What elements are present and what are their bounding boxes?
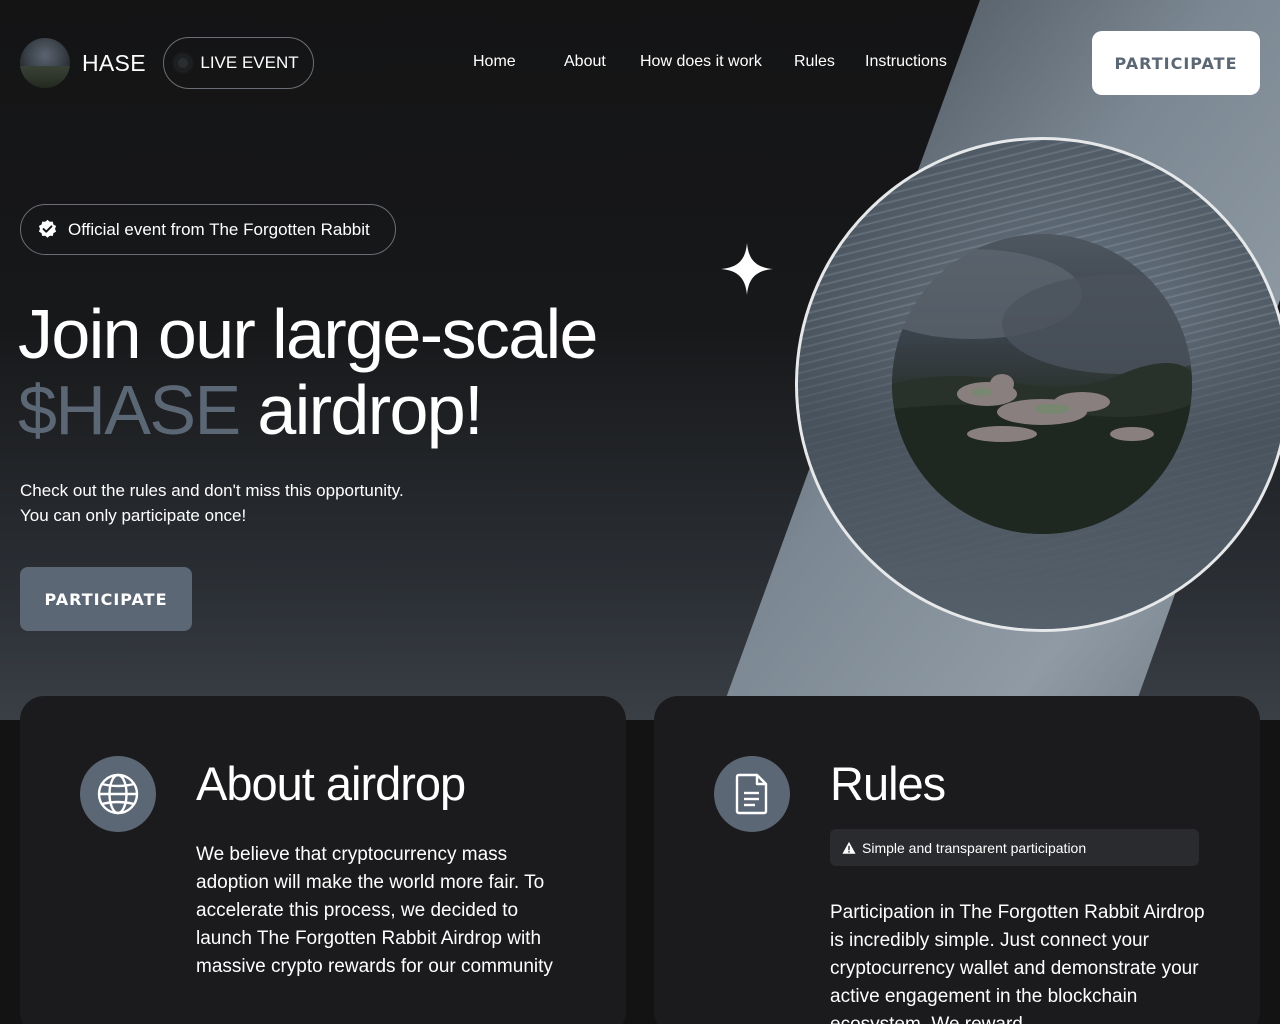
rules-note: Simple and transparent participation <box>830 829 1199 866</box>
rules-body: Participation in The Forgotten Rabbit Ai… <box>830 902 1205 1024</box>
live-event-badge: LIVE EVENT <box>163 37 314 89</box>
headline-line-1: Join our large-scale <box>18 295 598 373</box>
hero-image-rabbit <box>892 234 1192 534</box>
hero-subtext-line-1: Check out the rules and don't miss this … <box>20 481 404 500</box>
verified-check-icon <box>38 219 57 238</box>
headline-token: $HASE <box>18 371 241 449</box>
hero-subtext-line-2: You can only participate once! <box>20 506 247 525</box>
live-indicator-icon <box>178 58 189 68</box>
nav-how-it-works[interactable]: How does it work <box>640 53 762 71</box>
participate-button-hero[interactable]: PARTICIPATE <box>20 567 192 631</box>
live-event-label: LIVE EVENT <box>200 53 299 72</box>
sparkle-icon <box>721 243 773 295</box>
about-title: About airdrop <box>196 757 466 810</box>
hero-subtext: Check out the rules and don't miss this … <box>20 478 404 528</box>
rules-note-text: Simple and transparent participation <box>862 839 1087 856</box>
hero-headline: Join our large-scale $HASE airdrop! <box>18 295 598 449</box>
headline-line-2: airdrop! <box>257 371 483 449</box>
about-card: About airdrop We believe that cryptocurr… <box>20 696 626 1024</box>
nav-instructions[interactable]: Instructions <box>865 53 947 71</box>
globe-icon <box>80 756 156 832</box>
document-icon <box>714 756 790 832</box>
official-event-text: Official event from The Forgotten Rabbit <box>68 219 370 239</box>
warning-icon <box>842 841 856 854</box>
participate-button-header[interactable]: PARTICIPATE <box>1092 31 1260 95</box>
official-event-badge: Official event from The Forgotten Rabbit <box>20 204 396 255</box>
rules-title: Rules <box>830 757 946 810</box>
nav-about[interactable]: About <box>564 53 606 71</box>
brand-name[interactable]: HASE <box>82 50 146 77</box>
rules-card: Rules Simple and transparent participati… <box>654 696 1260 1024</box>
landscape-illustration <box>892 249 1192 534</box>
logo-avatar[interactable] <box>20 38 70 88</box>
about-body: We believe that cryptocurrency mass adop… <box>196 844 553 977</box>
nav-home[interactable]: Home <box>473 53 516 71</box>
nav-rules[interactable]: Rules <box>794 53 835 71</box>
